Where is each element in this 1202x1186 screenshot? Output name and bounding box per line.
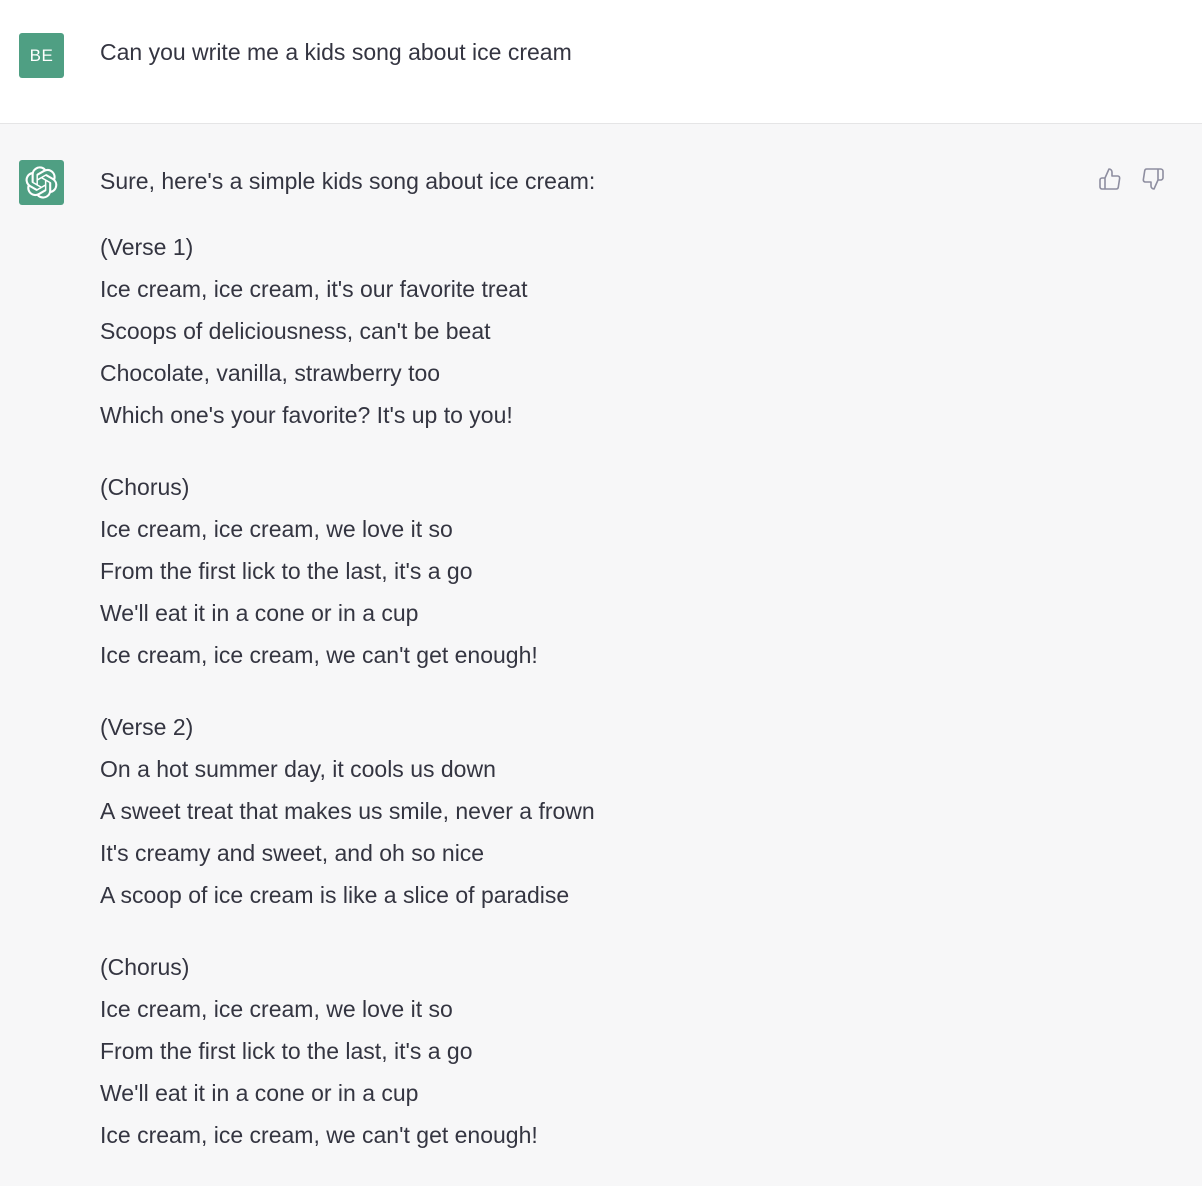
- thumbs-up-button[interactable]: [1097, 166, 1123, 192]
- song-line: Ice cream, ice cream, it's our favorite …: [100, 276, 528, 302]
- song-stanza: (Chorus) Ice cream, ice cream, we love i…: [100, 946, 1050, 1156]
- song-line: A sweet treat that makes us smile, never…: [100, 798, 595, 824]
- song-line: (Chorus): [100, 954, 190, 980]
- song-line: We'll eat it in a cone or in a cup: [100, 1080, 419, 1106]
- feedback-buttons: [1097, 166, 1166, 192]
- song-line: Scoops of deliciousness, can't be beat: [100, 318, 491, 344]
- assistant-message-row: Sure, here's a simple kids song about ic…: [0, 124, 1202, 1186]
- song-line: (Verse 2): [100, 714, 194, 740]
- thumbs-down-icon: [1142, 168, 1164, 190]
- song-line: We'll eat it in a cone or in a cup: [100, 600, 419, 626]
- song-stanza: (Chorus) Ice cream, ice cream, we love i…: [100, 466, 1050, 676]
- thumbs-up-icon: [1099, 168, 1121, 190]
- song-line: Ice cream, ice cream, we love it so: [100, 516, 453, 542]
- song-line: Ice cream, ice cream, we can't get enoug…: [100, 642, 538, 668]
- assistant-message-content: Sure, here's a simple kids song about ic…: [100, 166, 1050, 1186]
- song-line: (Chorus): [100, 474, 190, 500]
- song-stanza: (Verse 1) Ice cream, ice cream, it's our…: [100, 226, 1050, 436]
- song-line: From the first lick to the last, it's a …: [100, 1038, 473, 1064]
- openai-logo-icon: [25, 166, 58, 199]
- song-line: It's creamy and sweet, and oh so nice: [100, 840, 485, 866]
- song-line: Chocolate, vanilla, strawberry too: [100, 360, 441, 386]
- song-line: (Verse 1): [100, 234, 194, 260]
- song-line: Which one's your favorite? It's up to yo…: [100, 402, 513, 428]
- song-line: Ice cream, ice cream, we can't get enoug…: [100, 1122, 538, 1148]
- assistant-intro-text: Sure, here's a simple kids song about ic…: [100, 168, 596, 194]
- song-line: On a hot summer day, it cools us down: [100, 756, 496, 782]
- thumbs-down-button[interactable]: [1140, 166, 1166, 192]
- song-stanza: (Verse 2) On a hot summer day, it cools …: [100, 706, 1050, 916]
- song-line: From the first lick to the last, it's a …: [100, 558, 473, 584]
- user-avatar: BE: [19, 33, 64, 78]
- song-line: A scoop of ice cream is like a slice of …: [100, 882, 570, 908]
- assistant-avatar: [19, 160, 64, 205]
- user-message-text: Can you write me a kids song about ice c…: [100, 39, 572, 65]
- user-message-row: BE Can you write me a kids song about ic…: [0, 0, 1202, 124]
- song-line: Ice cream, ice cream, we love it so: [100, 996, 453, 1022]
